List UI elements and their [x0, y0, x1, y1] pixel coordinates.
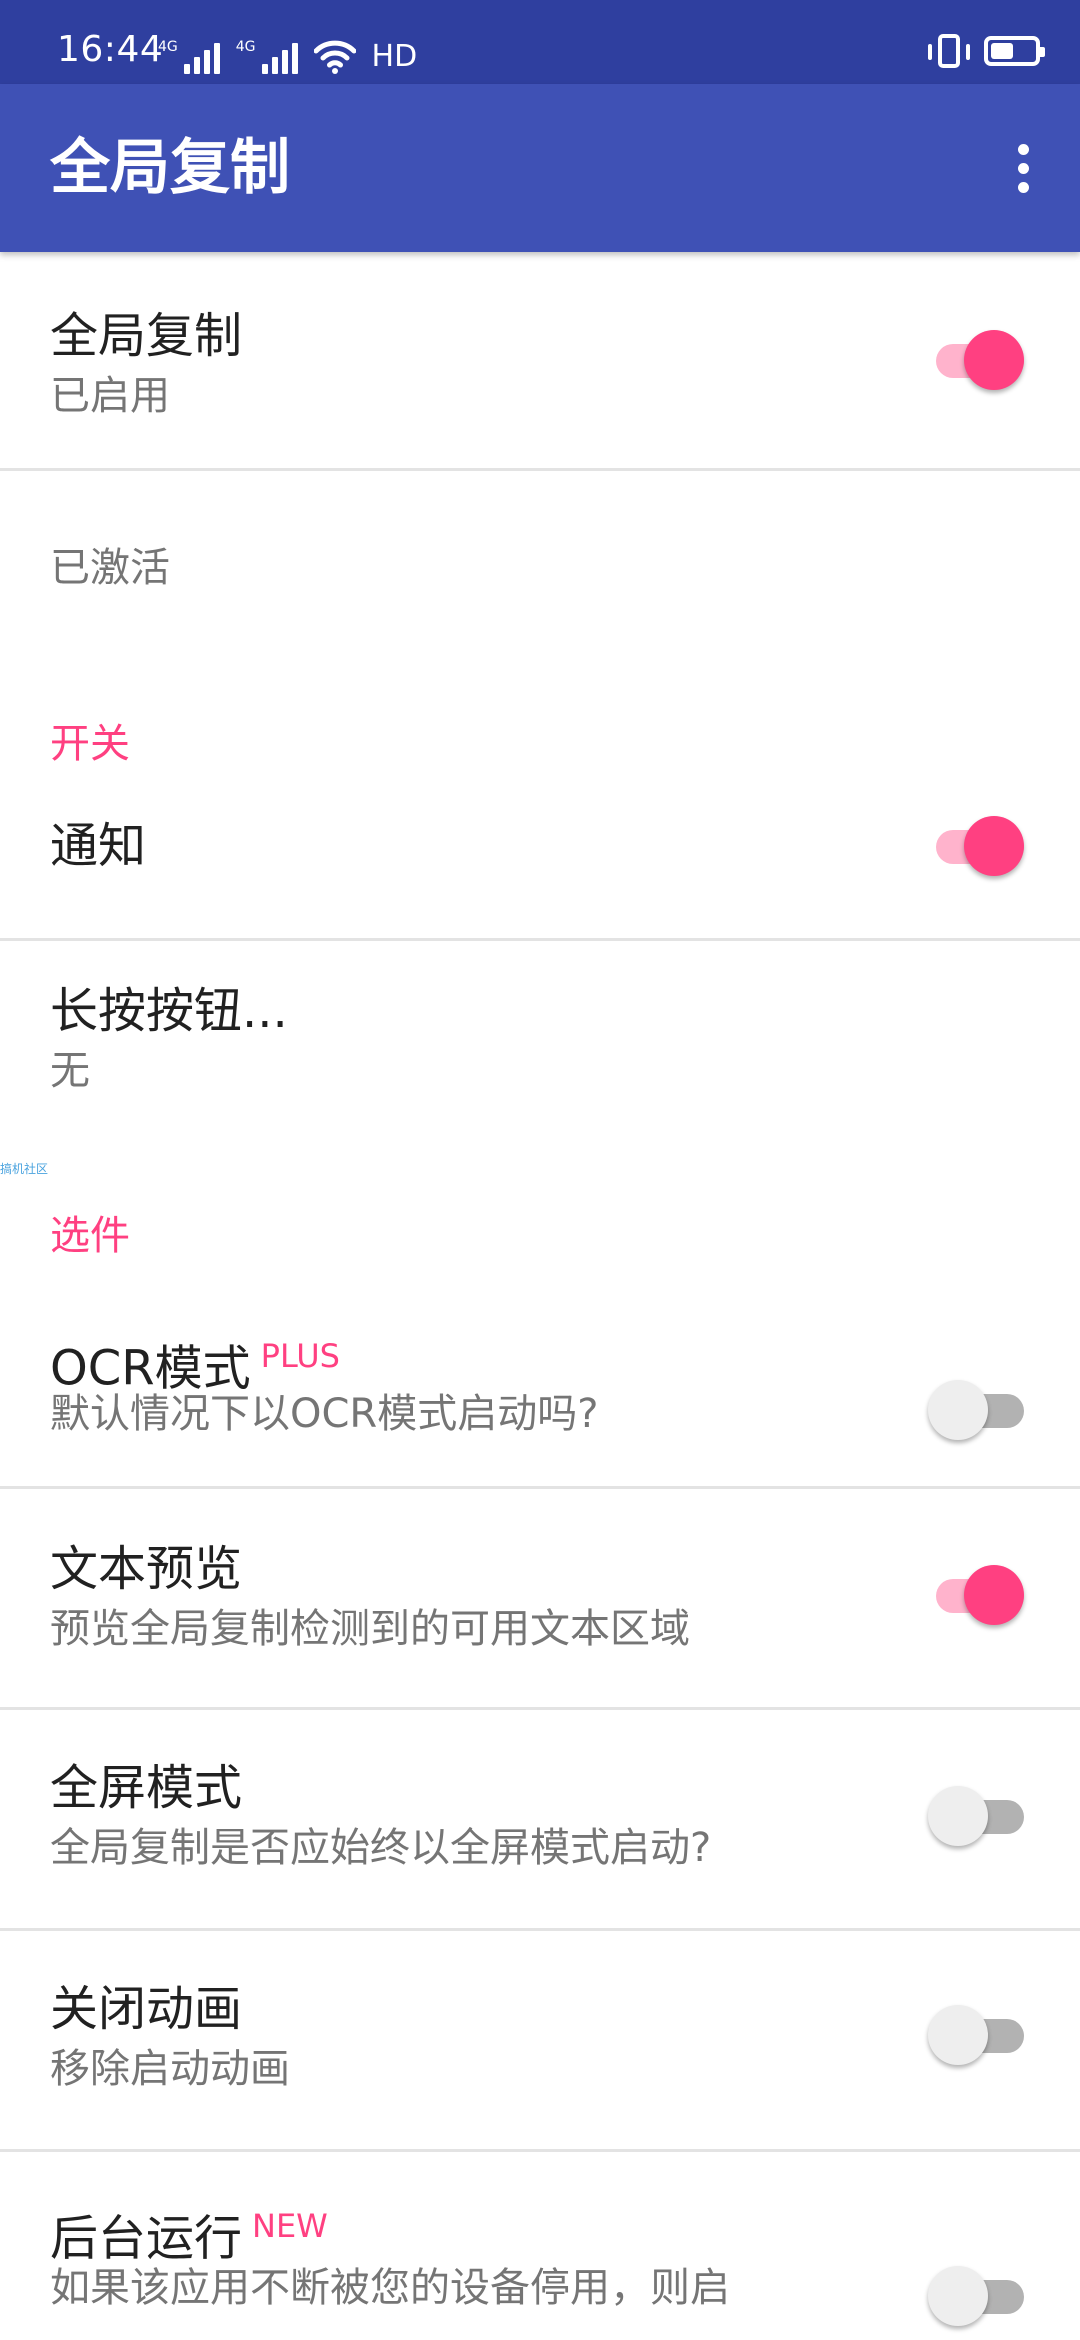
fullscreen-mode-switch[interactable] — [928, 1782, 1024, 1850]
battery-icon — [984, 36, 1045, 66]
signal-icon: 4G — [158, 40, 220, 74]
app-bar: 全局复制 — [0, 84, 1080, 252]
pref-background-run[interactable]: 后台运行 NEW 如果该应用不断被您的设备停用，则启 — [0, 2152, 1080, 2340]
status-icons: 4G 4G HD — [158, 34, 417, 74]
new-badge: NEW — [252, 2207, 328, 2245]
pref-disable-animation[interactable]: 关闭动画 移除启动动画 — [0, 1931, 1080, 2149]
pref-long-press[interactable]: 长按按钮... 无 — [0, 941, 1080, 1094]
pref-title: 文本预览 — [50, 1541, 243, 1597]
global-copy-switch[interactable] — [928, 326, 1024, 394]
overflow-menu-button[interactable] — [990, 134, 1054, 202]
ocr-mode-switch[interactable] — [928, 1376, 1024, 1444]
pref-summary: 如果该应用不断被您的设备停用，则启 — [50, 2265, 730, 2311]
pref-summary: 全局复制是否应始终以全屏模式启动? — [50, 1825, 712, 1871]
text-preview-switch[interactable] — [928, 1561, 1024, 1629]
pref-title: 后台运行 NEW — [50, 2207, 328, 2267]
watermark-text: 搞机社区 — [0, 1162, 49, 1176]
hd-icon: HD — [371, 39, 418, 74]
plus-badge: PLUS — [260, 1337, 340, 1375]
app-title: 全局复制 — [50, 133, 290, 203]
pref-summary: 预览全局复制检测到的可用文本区域 — [50, 1606, 690, 1652]
signal-icon: 4G — [236, 40, 298, 74]
status-right-icons — [928, 34, 1045, 68]
vibrate-icon — [928, 34, 970, 68]
activation-status: 已激活 — [50, 545, 170, 591]
notification-switch[interactable] — [928, 812, 1024, 880]
pref-summary: 已启用 — [50, 373, 170, 419]
pref-notification[interactable]: 通知 — [0, 792, 1080, 942]
pref-summary: 无 — [50, 1048, 90, 1094]
background-run-switch[interactable] — [928, 2262, 1024, 2330]
pref-title: 全屏模式 — [50, 1760, 243, 1816]
pref-fullscreen-mode[interactable]: 全屏模式 全局复制是否应始终以全屏模式启动? — [0, 1710, 1080, 1928]
status-bar: 16:44 4G 4G HD — [0, 0, 1080, 84]
category-header-options: 选件 — [50, 1213, 130, 1259]
pref-summary: 默认情况下以OCR模式启动吗? — [50, 1391, 599, 1437]
wifi-icon — [313, 40, 356, 74]
pref-text-preview[interactable]: 文本预览 预览全局复制检测到的可用文本区域 — [0, 1489, 1080, 1707]
pref-title: 通知 — [50, 818, 147, 874]
pref-title: 关闭动画 — [50, 1981, 243, 2037]
pref-title: 全局复制 — [50, 308, 243, 364]
disable-animation-switch[interactable] — [928, 2001, 1024, 2069]
pref-summary: 移除启动动画 — [50, 2046, 290, 2092]
pref-ocr-mode[interactable]: OCR模式 PLUS 默认情况下以OCR模式启动吗? — [0, 1302, 1080, 1486]
pref-title: 长按按钮... — [50, 983, 288, 1039]
divider — [0, 468, 1080, 471]
status-time: 16:44 — [57, 29, 164, 70]
pref-global-copy[interactable]: 全局复制 已启用 — [0, 252, 1080, 468]
category-header-switch: 开关 — [50, 721, 130, 767]
more-vert-icon — [1018, 144, 1029, 155]
